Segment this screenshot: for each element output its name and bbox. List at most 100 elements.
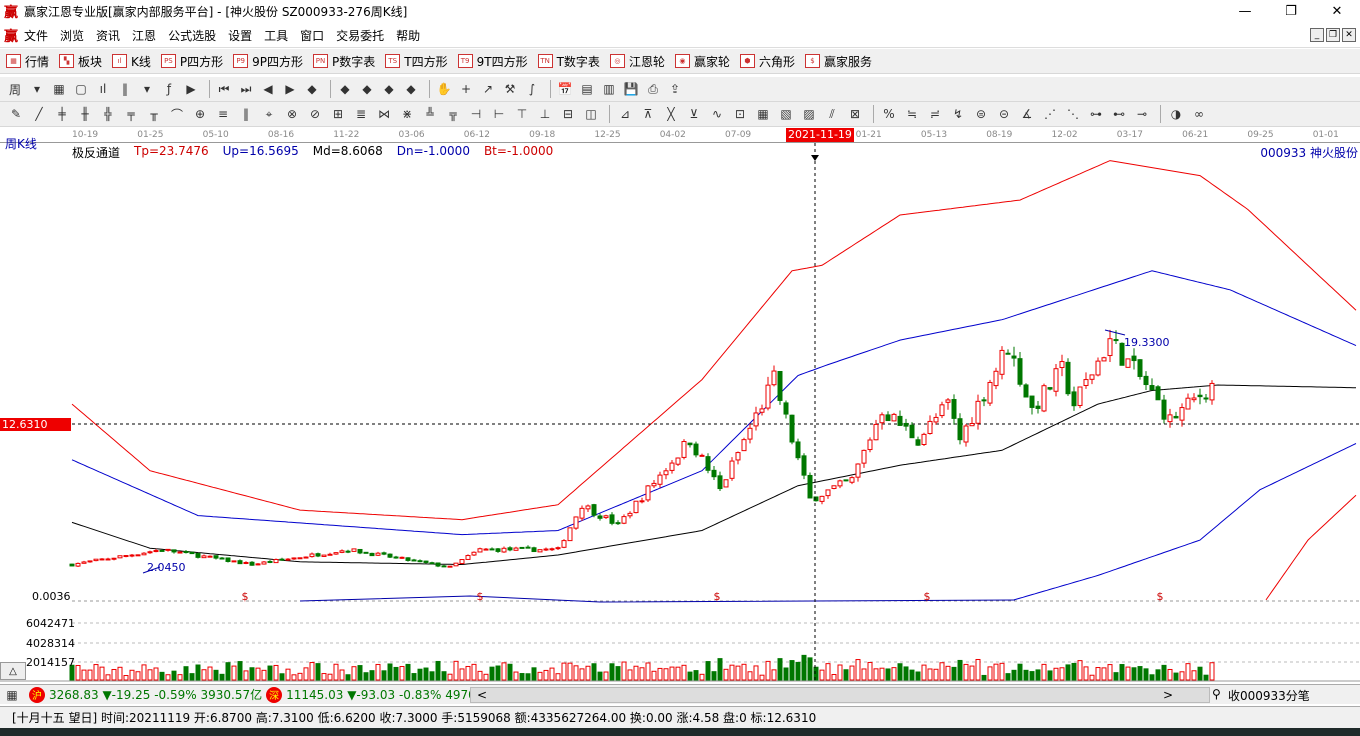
- antenna-icon: ⚲: [1212, 687, 1221, 701]
- table-icon[interactable]: ▦: [3, 686, 21, 704]
- volume-bar: [873, 668, 879, 681]
- candle-body: [1197, 394, 1203, 398]
- candle-body: [279, 558, 285, 561]
- sh-amount: 3930.57亿: [200, 688, 263, 702]
- candle-body: [945, 399, 951, 403]
- volume-bar: [1011, 669, 1017, 681]
- candle-body: [939, 404, 945, 417]
- volume-tick: 6042471: [26, 617, 75, 630]
- volume-bar: [207, 666, 213, 681]
- candle-body: [885, 414, 891, 422]
- volume-bar: [1017, 663, 1023, 681]
- volume-bar: [657, 667, 663, 681]
- candle-body: [627, 512, 633, 517]
- candle-body: [681, 441, 687, 458]
- candle-body: [819, 495, 825, 502]
- horizontal-scrollbar[interactable]: < >: [470, 687, 1210, 703]
- candle-body: [915, 439, 921, 446]
- volume-bar: [387, 663, 393, 681]
- indicator-value-label: 0.0036: [32, 590, 71, 603]
- volume-bar: [603, 671, 609, 681]
- candle-body: [195, 552, 201, 558]
- volume-bar: [741, 663, 747, 681]
- volume-bar: [507, 663, 513, 681]
- candle-body: [87, 560, 93, 563]
- candle-body: [765, 384, 771, 409]
- status-text: [十月十五 望日] 时间:20211119 开:6.8700 高:7.3100 …: [12, 711, 817, 725]
- candle-body: [399, 556, 405, 559]
- candle-body: [753, 412, 759, 427]
- candle-body: [477, 548, 483, 553]
- candle-body: [549, 548, 555, 551]
- scroll-left-button[interactable]: <: [477, 688, 487, 702]
- candle-body: [273, 558, 279, 564]
- candle-body: [147, 551, 153, 554]
- volume-bar: [471, 663, 477, 681]
- candle-body: [657, 474, 663, 485]
- candle-body: [327, 553, 333, 556]
- candle-body: [321, 554, 327, 557]
- volume-bar: [585, 665, 591, 681]
- candle-body: [999, 349, 1005, 375]
- volume-toggle-button[interactable]: △: [0, 662, 26, 680]
- volume-bar: [429, 671, 435, 681]
- volume-bar: [639, 667, 645, 681]
- candle-body: [645, 485, 651, 501]
- volume-bar: [393, 666, 399, 681]
- candle-body: [609, 514, 615, 524]
- volume-bar: [885, 668, 891, 681]
- candle-body: [507, 547, 513, 551]
- volume-bar: [669, 666, 675, 681]
- cursor-arrow-icon: [811, 155, 819, 161]
- volume-bar: [459, 668, 465, 681]
- volume-bar: [549, 667, 555, 681]
- volume-bar: [1047, 670, 1053, 681]
- candle-body: [987, 381, 993, 404]
- candle-body: [891, 413, 897, 422]
- candle-body: [591, 504, 597, 516]
- volume-bar: [609, 663, 615, 681]
- volume-bar: [441, 671, 447, 681]
- volume-bar: [75, 664, 81, 681]
- cursor-price-label: 12.6310: [0, 418, 71, 431]
- candle-body: [1113, 339, 1119, 342]
- scroll-right-button[interactable]: >: [1163, 688, 1173, 702]
- volume-bar: [297, 672, 303, 681]
- volume-bar: [273, 664, 279, 681]
- volume-bar: [945, 665, 951, 681]
- candle-body: [411, 559, 417, 562]
- volume-bar: [831, 674, 837, 681]
- kline-chart[interactable]: $ $ $ $ $19.3300 2.0450: [0, 0, 1360, 736]
- sh-value: 3268.83: [49, 687, 99, 702]
- dn-band-line: [1013, 443, 1357, 601]
- volume-bar: [1161, 664, 1167, 681]
- volume-bar: [219, 673, 225, 681]
- candle-body: [141, 552, 147, 556]
- volume-bar: [777, 658, 783, 681]
- volume-bar: [891, 667, 897, 681]
- candle-body: [447, 565, 453, 568]
- candle-body: [927, 420, 933, 435]
- candle-body: [297, 557, 303, 560]
- volume-bar: [453, 660, 459, 681]
- candle-body: [975, 400, 981, 424]
- volume-bar: [327, 673, 333, 681]
- candle-body: [249, 561, 255, 566]
- volume-bar: [645, 662, 651, 681]
- sh-change: ▼-19.25: [102, 687, 151, 702]
- candle-body: [1185, 397, 1191, 410]
- volume-bar: [633, 665, 639, 681]
- candle-body: [789, 414, 795, 443]
- volume-bar: [1089, 674, 1095, 681]
- volume-bar: [579, 668, 585, 681]
- candle-body: [1143, 375, 1149, 386]
- candle-body: [933, 416, 939, 423]
- candle-body: [633, 500, 639, 514]
- volume-bar: [501, 662, 507, 681]
- volume-bar: [1203, 674, 1209, 681]
- volume-bar: [345, 674, 351, 681]
- candle-body: [135, 554, 141, 557]
- receive-ticks-label[interactable]: 收000933分笔: [1228, 687, 1310, 704]
- volume-bar: [621, 661, 627, 681]
- volume-tick: 2014157: [26, 656, 75, 669]
